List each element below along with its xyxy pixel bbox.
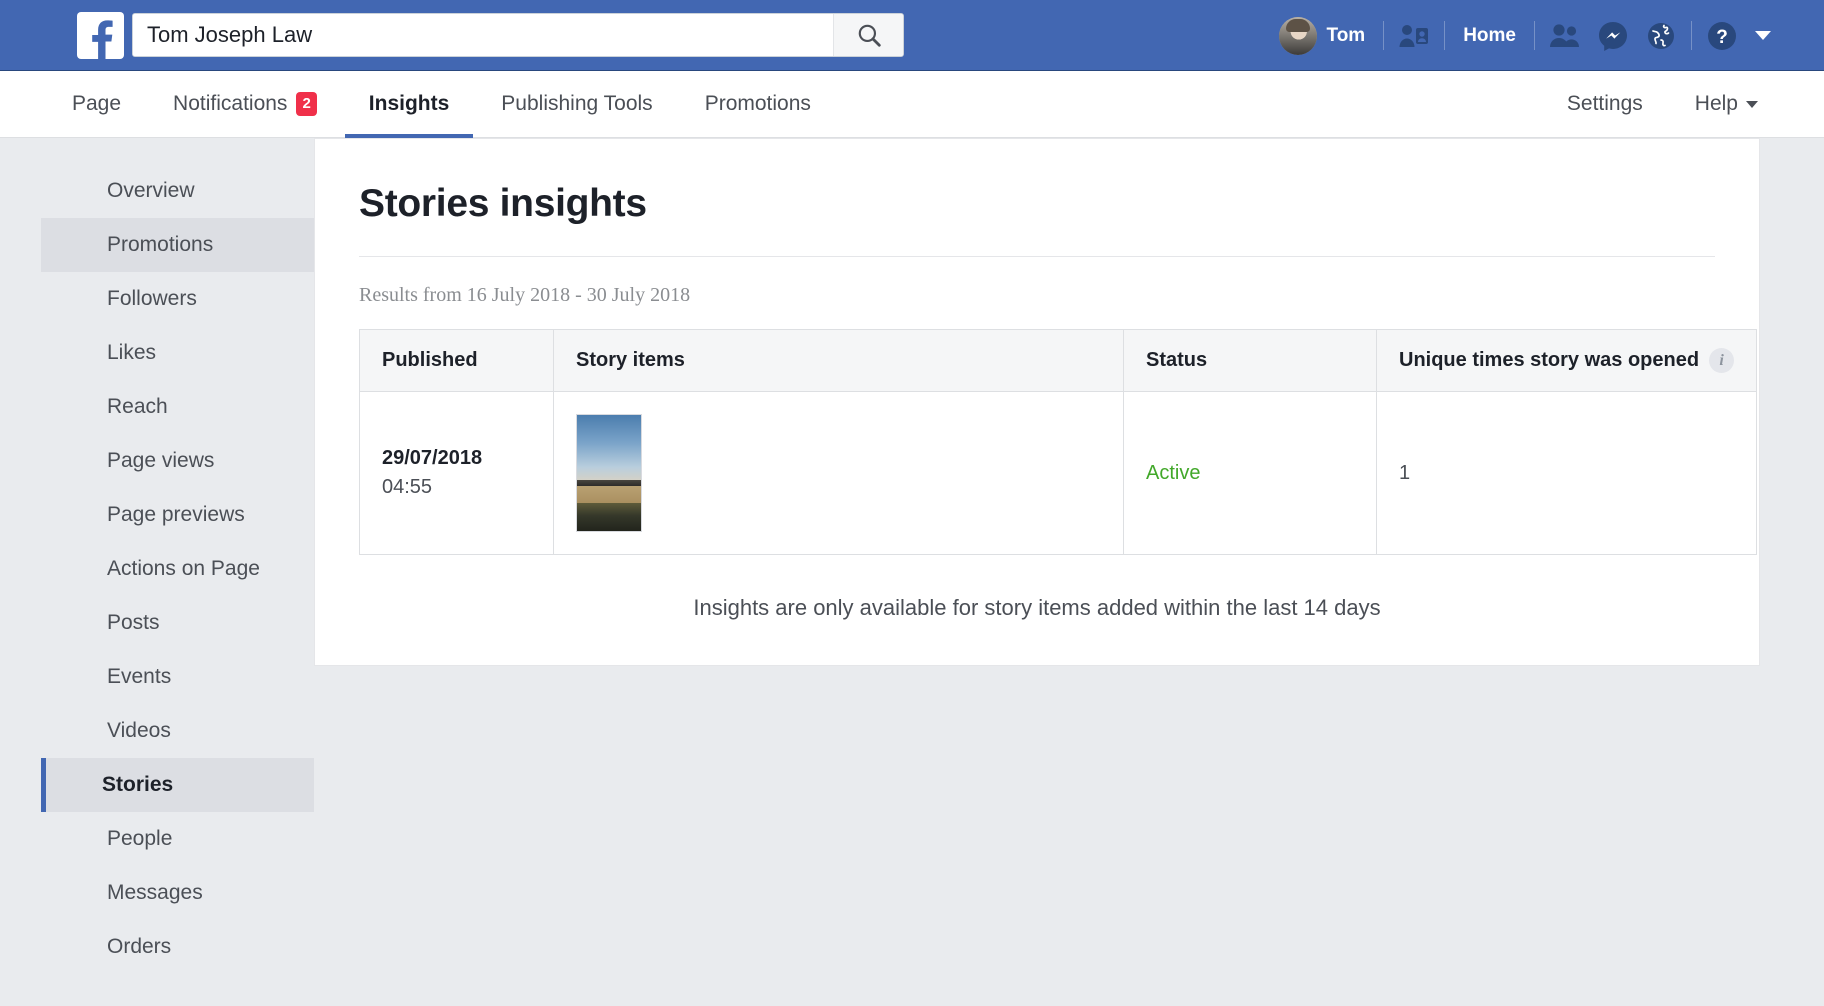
find-friends-icon[interactable] (1390, 15, 1438, 56)
tab-insights[interactable]: Insights (343, 71, 476, 137)
help-label: Help (1695, 92, 1738, 116)
cell-status: Active (1124, 392, 1377, 555)
search-box[interactable] (132, 13, 904, 57)
avatar (1279, 17, 1317, 55)
tab-notifications[interactable]: Notifications 2 (147, 71, 343, 137)
results-range-label: Results from 16 July 2018 - 30 July 2018 (359, 257, 1715, 329)
insights-main: Stories insights Results from 16 July 20… (314, 138, 1824, 666)
cell-unique-opens: 1 (1377, 392, 1757, 555)
top-bar-right-cluster: Tom Home (1267, 0, 1781, 71)
info-icon[interactable]: i (1709, 348, 1734, 373)
divider (1383, 21, 1384, 50)
sidebar-item-page-previews[interactable]: Page previews (41, 488, 314, 542)
globe-notifications-icon[interactable] (1637, 15, 1685, 56)
sidebar-item-page-views[interactable]: Page views (41, 434, 314, 488)
sidebar-item-overview[interactable]: Overview (41, 164, 314, 218)
sidebar-item-videos[interactable]: Videos (41, 704, 314, 758)
top-navigation-bar: Tom Home (0, 0, 1824, 71)
tab-label: Promotions (705, 92, 811, 116)
tab-promotions[interactable]: Promotions (679, 71, 837, 137)
stories-insights-card: Stories insights Results from 16 July 20… (314, 138, 1760, 666)
tab-page[interactable]: Page (46, 71, 147, 137)
profile-name: Tom (1327, 25, 1366, 47)
sidebar-item-messages[interactable]: Messages (41, 866, 314, 920)
search-icon (856, 22, 882, 48)
insights-sidebar: Overview Promotions Followers Likes Reac… (0, 138, 314, 974)
tab-label: Publishing Tools (501, 92, 652, 116)
stories-table: Published Story items Status Unique time… (359, 329, 1757, 555)
story-thumbnail-icon[interactable] (576, 414, 642, 532)
help-menu[interactable]: Help (1669, 71, 1784, 137)
sidebar-item-orders[interactable]: Orders (41, 920, 314, 974)
sidebar-item-actions-on-page[interactable]: Actions on Page (41, 542, 314, 596)
search-input[interactable] (133, 14, 833, 56)
divider (1691, 21, 1692, 50)
facebook-logo-icon[interactable] (77, 12, 124, 59)
search-button[interactable] (833, 14, 903, 56)
divider (1444, 21, 1445, 50)
svg-text:?: ? (1716, 27, 1728, 48)
table-row: 29/07/2018 04:55 Active 1 (360, 392, 1757, 555)
profile-link[interactable]: Tom (1267, 15, 1378, 56)
sidebar-item-promotions[interactable]: Promotions (41, 218, 314, 272)
published-date: 29/07/2018 (382, 444, 531, 473)
page-title: Stories insights (359, 139, 1715, 257)
cell-published: 29/07/2018 04:55 (360, 392, 554, 555)
column-header-opened: Unique times story was opened i (1377, 330, 1757, 392)
settings-link[interactable]: Settings (1541, 71, 1669, 137)
table-header-row: Published Story items Status Unique time… (360, 330, 1757, 392)
account-menu-chevron-down-icon[interactable] (1746, 15, 1780, 56)
column-header-story-items: Story items (554, 330, 1124, 392)
tab-label: Notifications (173, 92, 287, 116)
sidebar-item-people[interactable]: People (41, 812, 314, 866)
home-link[interactable]: Home (1451, 15, 1528, 56)
tab-publishing-tools[interactable]: Publishing Tools (475, 71, 678, 137)
messenger-icon[interactable] (1589, 15, 1637, 56)
help-question-icon[interactable]: ? (1698, 15, 1746, 56)
status-badge: Active (1146, 462, 1200, 484)
page-tabs-right: Settings Help (1541, 71, 1784, 137)
sidebar-item-events[interactable]: Events (41, 650, 314, 704)
sidebar-item-posts[interactable]: Posts (41, 596, 314, 650)
column-header-opened-label: Unique times story was opened (1399, 349, 1699, 371)
published-time: 04:55 (382, 473, 531, 502)
tab-label: Insights (369, 92, 450, 116)
page-tabs: Page Notifications 2 Insights Publishing… (46, 71, 837, 137)
sidebar-item-followers[interactable]: Followers (41, 272, 314, 326)
divider (1534, 21, 1535, 50)
tab-label: Page (72, 92, 121, 116)
page-body: Overview Promotions Followers Likes Reac… (0, 138, 1824, 1006)
table-footnote: Insights are only available for story it… (359, 555, 1715, 621)
chevron-down-icon (1746, 101, 1758, 108)
cell-story-items (554, 392, 1124, 555)
friend-requests-icon[interactable] (1541, 15, 1589, 56)
sidebar-item-reach[interactable]: Reach (41, 380, 314, 434)
page-tab-bar: Page Notifications 2 Insights Publishing… (0, 71, 1824, 138)
sidebar-item-likes[interactable]: Likes (41, 326, 314, 380)
sidebar-item-stories[interactable]: Stories (41, 758, 314, 812)
column-header-status: Status (1124, 330, 1377, 392)
notifications-badge: 2 (296, 92, 316, 116)
column-header-published: Published (360, 330, 554, 392)
